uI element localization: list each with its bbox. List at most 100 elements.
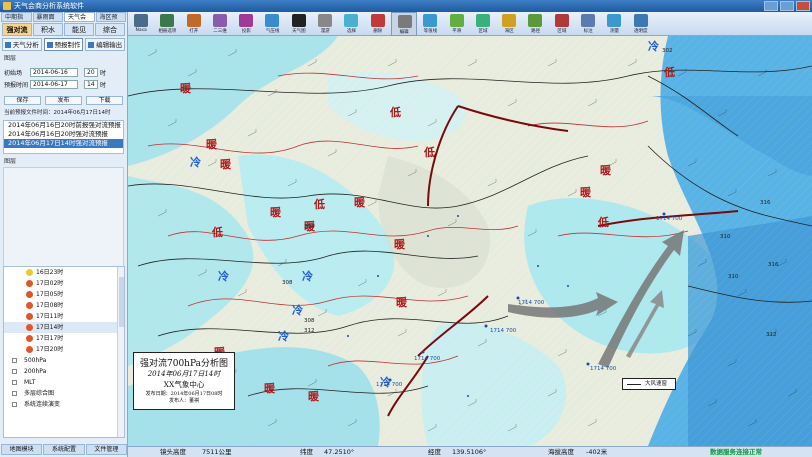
tree-item[interactable]: 17日08时 (4, 300, 124, 311)
tab-comprehensive[interactable]: 综合 (95, 23, 125, 36)
tree-item[interactable]: 17日05时 (4, 289, 124, 300)
tool-delete-button[interactable]: 删除 (365, 12, 391, 36)
tab-severe-convection[interactable]: 强对流 (2, 23, 32, 36)
tool-album-button[interactable]: 相册选项 (154, 12, 180, 36)
list-item[interactable]: 2014年06月16日20时前报强对流预报 (4, 121, 123, 130)
list-item[interactable]: 2014年06月16日20时强对流预报 (4, 130, 123, 139)
tree-item[interactable]: 17日14时 (4, 322, 124, 333)
tool-contour-button[interactable]: 等值线 (417, 12, 443, 36)
system-tab[interactable]: 天气会商 (64, 12, 95, 31)
weather-system-label[interactable]: 低 (664, 64, 675, 80)
tool-region-button[interactable]: 区域 (549, 12, 575, 36)
weather-system-label[interactable]: 暖 (308, 388, 319, 404)
weather-system-label[interactable]: 冷 (648, 38, 659, 54)
file-manage-button[interactable]: 文件管理 (85, 444, 127, 455)
tree-item[interactable]: 17日20时 (4, 344, 124, 355)
tool-pan-button[interactable]: 漫游 (312, 12, 338, 36)
list-item[interactable]: 2014年06月17日14时强对流预报 (4, 139, 123, 148)
station-label[interactable]: 1714 700 (518, 300, 544, 306)
tab-label: 天气分析 (12, 41, 39, 49)
weather-system-label[interactable]: 暖 (264, 380, 275, 396)
delete-icon (370, 14, 385, 27)
tab-visibility[interactable]: 能见 (64, 23, 94, 36)
weather-system-label[interactable]: 低 (390, 104, 401, 120)
map-module-button[interactable]: 地图模块 (1, 444, 43, 455)
forecast-hour-field[interactable]: 14 (84, 80, 98, 89)
station-label[interactable]: 1714 700 (656, 216, 682, 222)
tool-smooth-button[interactable]: 平滑 (444, 12, 470, 36)
tree-item[interactable]: 16日23时 (4, 267, 124, 278)
publish-button[interactable]: 发布 (45, 96, 82, 105)
expand-icon[interactable] (12, 369, 17, 374)
weather-system-label[interactable]: 低 (212, 224, 223, 240)
weather-system-label[interactable]: 低 (598, 214, 609, 230)
weather-system-label[interactable]: 暖 (206, 136, 217, 152)
system-tab[interactable]: 中期指数 (1, 12, 32, 31)
tool-open-button[interactable]: 打开 (181, 12, 207, 36)
download-button[interactable]: 下载 (86, 96, 123, 105)
tool-weather-map-button[interactable]: 天气图 (286, 12, 312, 36)
weather-system-label[interactable]: 暖 (270, 204, 281, 220)
tree-scrollbar[interactable] (117, 267, 124, 437)
minimize-button[interactable] (764, 1, 778, 11)
station-label[interactable]: 1714 700 (590, 366, 616, 372)
weather-system-label[interactable]: 低 (314, 196, 325, 212)
station-label[interactable]: 1714 700 (490, 328, 516, 334)
weather-system-label[interactable]: 冷 (218, 268, 229, 284)
weather-system-label[interactable]: 冷 (302, 268, 313, 284)
tab-edit-output[interactable]: 编辑输出 (85, 38, 126, 51)
weather-system-label[interactable]: 低 (424, 144, 435, 160)
weather-system-label[interactable]: 暖 (396, 294, 407, 310)
expand-icon[interactable] (12, 358, 17, 363)
weather-system-label[interactable]: 暖 (180, 80, 191, 96)
expand-icon[interactable] (12, 402, 17, 407)
system-config-button[interactable]: 系统配置 (43, 444, 85, 455)
weather-system-label[interactable]: 暖 (580, 184, 591, 200)
start-hour-field[interactable]: 20 (84, 68, 98, 77)
station-label[interactable]: 1714 700 (376, 382, 402, 388)
close-button[interactable] (796, 1, 810, 11)
tab-waterlogging[interactable]: 积水 (33, 23, 63, 36)
tree-group[interactable]: MLT (4, 377, 124, 388)
weather-system-label[interactable]: 冷 (278, 328, 289, 344)
weather-system-label[interactable]: 暖 (394, 236, 405, 252)
tool-transparency-button[interactable]: 透明度 (628, 12, 654, 36)
tool-view-3d-button[interactable]: 二三维 (207, 12, 233, 36)
tool-projection-button[interactable]: 投影 (233, 12, 259, 36)
tool-select-button[interactable]: 选择 (338, 12, 364, 36)
tool-edit-button[interactable]: 编辑 (390, 12, 418, 36)
forecast-date-field[interactable]: 2014-06-17 (30, 80, 78, 89)
station-label[interactable]: 1714 700 (414, 356, 440, 362)
tree-group[interactable]: 多层综合图 (4, 388, 124, 399)
system-tab[interactable]: 暴雨面板 (32, 12, 63, 31)
output-icon (88, 42, 95, 48)
tab-forecast-making[interactable]: 预报制作 (43, 38, 84, 51)
weather-system-label[interactable]: 冷 (190, 154, 201, 170)
weather-system-label[interactable]: 暖 (600, 162, 611, 178)
system-tab[interactable]: 海区预报 (95, 12, 126, 31)
maximize-button[interactable] (780, 1, 794, 11)
contour-value-label: 308 (304, 318, 315, 324)
start-date-field[interactable]: 2014-06-16 (30, 68, 78, 77)
tab-weather-analysis[interactable]: 天气分析 (2, 38, 42, 51)
tool-measure-button[interactable]: 测量 (601, 12, 627, 36)
tool-annotate-button[interactable]: 标注 (575, 12, 601, 36)
weather-system-label[interactable]: 暖 (220, 156, 231, 172)
save-button[interactable]: 保存 (4, 96, 41, 105)
tree-item[interactable]: 17日02时 (4, 278, 124, 289)
expand-icon[interactable] (12, 391, 17, 396)
weather-system-label[interactable]: 冷 (292, 302, 303, 318)
tree-item[interactable]: 17日17时 (4, 333, 124, 344)
tree-group[interactable]: 500hPa (4, 355, 124, 366)
tool-sea-area-button[interactable]: 海区 (496, 12, 522, 36)
tool-nasa-button[interactable]: Nasa (128, 12, 154, 36)
tree-group[interactable]: 系统连续演变 (4, 399, 124, 410)
expand-icon[interactable] (12, 380, 17, 385)
tree-group[interactable]: 200hPa (4, 366, 124, 377)
weather-system-label[interactable]: 暖 (354, 194, 365, 210)
tree-item[interactable]: 17日11时 (4, 311, 124, 322)
tool-isobar-button[interactable]: 气压线 (259, 12, 285, 36)
scroll-thumb[interactable] (119, 277, 124, 327)
tool-route-button[interactable]: 路径 (522, 12, 548, 36)
tool-area-button[interactable]: 区域 (470, 12, 496, 36)
